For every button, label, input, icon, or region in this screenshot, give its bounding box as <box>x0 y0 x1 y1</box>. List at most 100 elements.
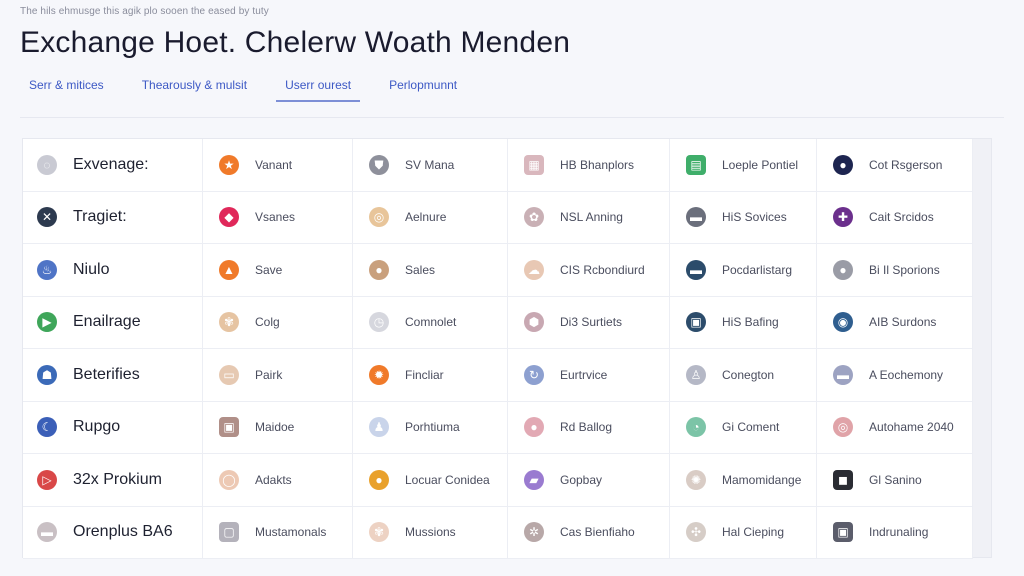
grid-cell-label: Maidoe <box>255 420 295 435</box>
gem-icon: ◆ <box>219 207 239 228</box>
grid-cell-label: Mamomidange <box>722 472 802 487</box>
grid-cell[interactable]: ✿ NSL Anning <box>508 191 670 244</box>
grid-cell[interactable]: ◷ Comnolet <box>353 296 508 349</box>
grid-cell[interactable]: ▣ HiS Bafing <box>670 296 817 349</box>
grid-cell[interactable]: ▰ Gopbay <box>508 454 670 507</box>
grid-cell-label: Rd Ballog <box>560 420 613 435</box>
grid-cell[interactable]: ▣ Maidoe <box>203 401 353 454</box>
grid-cell[interactable]: ▣ Indrunaling <box>817 506 973 559</box>
grid-cell-label: Fincliar <box>405 367 444 382</box>
grid-cell[interactable]: ✕ Tragiet: <box>23 191 203 244</box>
grid-cell-label: Rupgo <box>73 418 121 436</box>
grid-cell[interactable]: ✺ Mamomidange <box>670 454 817 507</box>
flower-icon: ✾ <box>369 522 389 543</box>
grid-cell-label: Vanant <box>255 157 293 172</box>
grid-cell[interactable]: ✹ Fincliar <box>353 349 508 402</box>
grid-cell-label: Conegton <box>722 367 775 382</box>
grid-cell[interactable]: ◎ Autohame 2040 <box>817 401 973 454</box>
grid-cell[interactable]: ▭ Pairk <box>203 349 353 402</box>
grid-cell[interactable]: ◼ Gl Sanino <box>817 454 973 507</box>
grid-cell[interactable]: ▷ 32x Prokium <box>23 454 203 507</box>
grid-cell-label: Comnolet <box>405 315 457 330</box>
grid-cell[interactable]: ◌ Exvenage: <box>23 139 203 192</box>
grid-cell[interactable]: ◆ Vsanes <box>203 191 353 244</box>
ticket-icon: ▭ <box>219 364 239 385</box>
grid-cell-label: Niulo <box>73 260 110 278</box>
grid-cell[interactable]: ☾ Rupgo <box>23 401 203 454</box>
tab-user-ourest[interactable]: Userr ourest <box>276 72 361 102</box>
grid-cell[interactable]: ▤ Loeple Pontiel <box>670 139 817 192</box>
grid-cell[interactable]: ♟ Porhtiuma <box>353 401 508 454</box>
grid-cell[interactable]: ☗ Beterifies <box>23 349 203 402</box>
crosshair-icon: ✣ <box>686 522 706 543</box>
badge-icon: ✿ <box>524 207 544 228</box>
grid-cell[interactable]: ● Bi Il Sporions <box>817 244 973 297</box>
grid-cell[interactable]: ✾ Mussions <box>353 506 508 559</box>
gear-icon: ✲ <box>524 522 544 543</box>
grid-cell[interactable]: ♨ Niulo <box>23 244 203 297</box>
tab-services[interactable]: Serr & mitices <box>20 72 113 102</box>
grid-cell-label: Tragiet: <box>73 208 127 226</box>
settings-icon: ✺ <box>686 469 706 490</box>
grid-cell[interactable]: ✣ Hal Cieping <box>670 506 817 559</box>
hexagon-icon: ⬢ <box>524 312 544 333</box>
grid-cell[interactable]: ☁ CIS Rcbondiurd <box>508 244 670 297</box>
grid-cell-label: Hal Cieping <box>722 525 785 540</box>
grid-cell[interactable]: ▬ A Eochemony <box>817 349 973 402</box>
chip-icon: ▣ <box>686 312 706 333</box>
grid-cell[interactable]: ★ Vanant <box>203 139 353 192</box>
grid-cell-label: Aelnure <box>405 210 447 225</box>
grid-cell[interactable]: ▢ Mustamonals <box>203 506 353 559</box>
circle-icon: ● <box>833 259 853 280</box>
grid-cell[interactable]: ● Cot Rsgerson <box>817 139 973 192</box>
grid-cell-label: Enailrage <box>73 313 141 331</box>
grid-cell-label: Vsanes <box>255 210 296 225</box>
folder-icon: ▰ <box>524 469 544 490</box>
grid-cell-label: Mustamonals <box>255 525 327 540</box>
grid-cell[interactable]: ▬ HiS Sovices <box>670 191 817 244</box>
grid-cell[interactable]: ● Locuar Conidea <box>353 454 508 507</box>
tab-perlopmunnt[interactable]: Perlopmunnt <box>380 72 466 102</box>
pill-icon: ▬ <box>686 207 706 228</box>
grid-cell-label: Autohame 2040 <box>869 420 954 435</box>
grid-cell[interactable]: ▲ Save <box>203 244 353 297</box>
grid-cell[interactable]: ✚ Cait Srcidos <box>817 191 973 244</box>
shield-icon: ⛊ <box>369 154 389 175</box>
grid-cell-label: AIB Surdons <box>869 315 937 330</box>
moon-icon: ☾ <box>37 417 57 438</box>
grid-cell[interactable]: ◯ Adakts <box>203 454 353 507</box>
grid-cell-label: A Eochemony <box>869 367 944 382</box>
flower-icon: ✾ <box>219 312 239 333</box>
grid-cell[interactable]: ▶ Enailrage <box>23 296 203 349</box>
tab-thearously[interactable]: Thearously & mulsit <box>133 72 256 102</box>
grid-cell[interactable]: ✲ Cas Bienfiaho <box>508 506 670 559</box>
ring-icon: ◯ <box>219 469 239 490</box>
puzzle-icon: ✚ <box>833 207 853 228</box>
grid-cell[interactable]: ● Sales <box>353 244 508 297</box>
grid-cell[interactable]: ◔ Gi Coment <box>670 401 817 454</box>
grid-cell[interactable]: ▬ Pocdarlistarg <box>670 244 817 297</box>
grid-cell[interactable]: ▦ HB Bhanplors <box>508 139 670 192</box>
star-icon: ★ <box>219 154 239 175</box>
grid-cell[interactable]: ⛊ SV Mana <box>353 139 508 192</box>
grid-cell-label: SV Mana <box>405 157 455 172</box>
coin-icon: ● <box>369 259 389 280</box>
grid-cell[interactable]: ● Rd Ballog <box>508 401 670 454</box>
grid-cell[interactable]: ♙ Conegton <box>670 349 817 402</box>
grid-cell-label: HiS Sovices <box>722 210 787 225</box>
grid-cell[interactable]: ▬ Orenplus BA6 <box>23 506 203 559</box>
breadcrumb: The hils ehmusge this agik plo sooen the… <box>20 6 269 17</box>
grid-cell[interactable]: ✾ Colg <box>203 296 353 349</box>
grid-cell[interactable]: ◉ AIB Surdons <box>817 296 973 349</box>
grid-cell-label: Locuar Conidea <box>405 472 490 487</box>
grid-cell-label: Di3 Surtiets <box>560 315 623 330</box>
grid-cell[interactable]: ◎ Aelnure <box>353 191 508 244</box>
grid-cell-label: Pairk <box>255 367 283 382</box>
eye-icon: ◉ <box>833 312 853 333</box>
grid-cell-label: HB Bhanplors <box>560 157 635 172</box>
grid-cell[interactable]: ⬢ Di3 Surtiets <box>508 296 670 349</box>
grid-cell-label: Beterifies <box>73 365 140 383</box>
grid-cell-label: 32x Prokium <box>73 470 162 488</box>
pill-icon: ▬ <box>37 522 57 543</box>
grid-cell[interactable]: ↻ Eurtrvice <box>508 349 670 402</box>
